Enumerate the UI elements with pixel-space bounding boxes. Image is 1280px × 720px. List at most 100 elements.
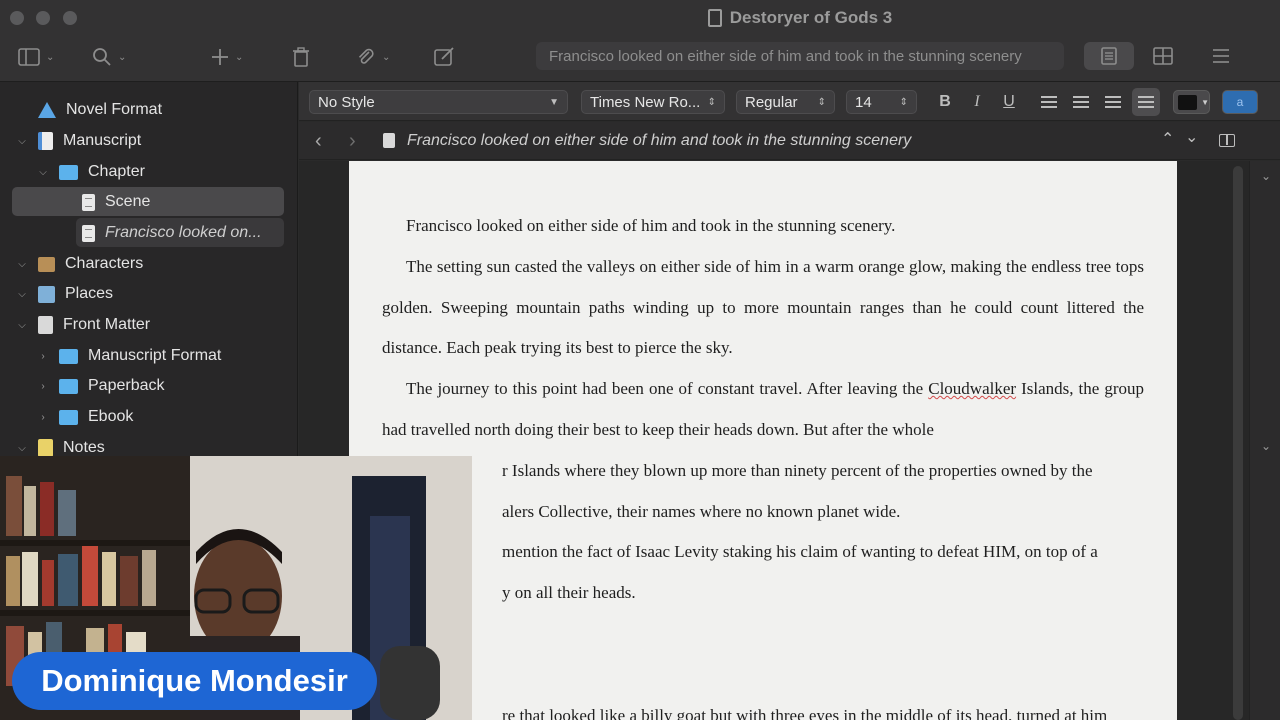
binder-item-chapter[interactable]: ⌵ Chapter	[35, 158, 145, 186]
paragraph-fragment: alers Collective, their names where no k…	[502, 501, 901, 521]
binder-item-characters[interactable]: ⌵ Characters	[14, 250, 143, 278]
presenter-name-badge: Dominique Mondesir	[12, 652, 377, 710]
misspelled-word[interactable]: Cloudwalker	[928, 379, 1016, 398]
font-family-select[interactable]: Times New Ro... ⇕	[581, 90, 725, 114]
paragraph-style-select[interactable]: No Style ▼	[309, 90, 568, 114]
folder-icon	[59, 348, 78, 364]
document-icon	[82, 224, 95, 242]
binder-item-label: Ebook	[88, 408, 134, 425]
chevron-right-icon[interactable]: ›	[35, 381, 51, 392]
chevron-right-icon[interactable]: ›	[35, 412, 51, 423]
notes-icon	[38, 439, 53, 457]
grid-view-icon	[1153, 47, 1173, 65]
binder-item-novel-format[interactable]: Novel Format	[14, 96, 162, 124]
characters-icon	[38, 256, 55, 272]
chevron-up-icon[interactable]: ⌃	[1161, 129, 1174, 149]
chevron-down-icon: ⌄	[46, 51, 55, 63]
stepper-icon: ⇕	[817, 96, 826, 108]
compose-icon	[434, 47, 454, 66]
binder-item-places[interactable]: ⌵ Places	[14, 280, 113, 308]
attach-button[interactable]: ⌄	[356, 46, 390, 68]
italic-button[interactable]: I	[964, 90, 990, 114]
chevron-down-icon[interactable]: ⌄	[1185, 127, 1198, 147]
grid-view-button[interactable]	[1140, 42, 1186, 70]
folder-icon	[59, 409, 78, 425]
binder-item-scene[interactable]: Scene	[58, 188, 150, 216]
binder-item-label: Characters	[65, 255, 144, 272]
chevron-down-icon: ⌄	[118, 51, 127, 63]
trash-button[interactable]	[292, 46, 310, 68]
align-right-icon	[1105, 96, 1121, 108]
document-editor[interactable]: Francisco looked on either side of him a…	[349, 161, 1177, 720]
document-view-button[interactable]	[1084, 42, 1134, 70]
align-left-button[interactable]	[1036, 90, 1062, 114]
chevron-down-icon: ▼	[549, 96, 559, 108]
binder-item-manuscript-format[interactable]: › Manuscript Format	[35, 342, 221, 370]
binder-item-label: Front Matter	[63, 316, 151, 333]
binder-item-label: Paperback	[88, 377, 165, 394]
font-size-select[interactable]: 14 ⇕	[846, 90, 917, 114]
sidebar-icon	[18, 48, 40, 66]
binder-item-label: Notes	[63, 439, 105, 456]
chevron-down-icon[interactable]: ⌵	[14, 136, 30, 147]
binder-item-manuscript[interactable]: ⌵ Manuscript	[14, 127, 141, 155]
paperclip-icon	[358, 48, 374, 64]
font-family-value: Times New Ro...	[590, 93, 701, 111]
paragraph-text: The journey to this point had been one o…	[406, 379, 929, 399]
font-weight-value: Regular	[745, 93, 798, 111]
paragraph-fragment: re that looked like a billy goat but wit…	[502, 705, 1108, 720]
sidebar-toggle-button[interactable]: ⌄	[18, 46, 54, 68]
quick-search-text: Francisco looked on either side of him a…	[549, 47, 1022, 65]
inspector-menu-button[interactable]	[1204, 42, 1238, 70]
chevron-down-icon[interactable]: ⌵	[14, 289, 30, 300]
title-bar: Destoryer of Gods 3	[0, 0, 1280, 36]
align-justify-button[interactable]	[1132, 88, 1160, 116]
warning-icon	[38, 102, 56, 118]
binder-item-ebook[interactable]: › Ebook	[35, 403, 133, 431]
highlight-color-button[interactable]: a	[1222, 90, 1258, 114]
binder-item-label: Scene	[105, 193, 151, 210]
bold-button[interactable]: B	[932, 90, 958, 114]
chevron-right-icon[interactable]: ›	[35, 351, 51, 362]
quick-search-field[interactable]: Francisco looked on either side of him a…	[536, 42, 1064, 70]
search-button[interactable]: ⌄	[92, 46, 126, 68]
paragraph-fragment: y on all their heads.	[502, 583, 636, 603]
search-icon	[93, 48, 111, 66]
align-left-icon	[1041, 96, 1057, 108]
window-title: Destoryer of Gods 3	[0, 0, 1280, 36]
document-icon	[383, 133, 395, 148]
paragraph: The setting sun casted the valleys on ei…	[382, 256, 1144, 358]
chevron-down-icon: ▼	[1201, 97, 1209, 107]
chevron-down-icon[interactable]: ⌵	[14, 443, 30, 454]
text-color-button[interactable]: ▼	[1173, 90, 1210, 114]
binder-item-label: Francisco looked on...	[105, 224, 262, 241]
align-right-button[interactable]	[1100, 90, 1126, 114]
align-center-button[interactable]	[1068, 90, 1094, 114]
stepper-icon: ⇕	[707, 96, 716, 108]
binder-item-label: Manuscript	[63, 132, 142, 149]
chevron-down-icon[interactable]: ⌵	[14, 259, 30, 270]
chevron-down-icon[interactable]: ⌄	[1261, 169, 1271, 183]
editor-scrollbar[interactable]	[1233, 166, 1243, 720]
compose-button[interactable]	[434, 46, 456, 68]
document-icon	[82, 193, 95, 211]
back-arrow-icon[interactable]: ‹	[315, 130, 322, 153]
binder-item-paperback[interactable]: › Paperback	[35, 372, 165, 400]
binder-item-label: Places	[65, 285, 114, 302]
places-icon	[38, 285, 55, 303]
split-view-icon[interactable]	[1219, 134, 1235, 147]
inspector-panel: ⌄ ⌄	[1249, 161, 1280, 720]
chevron-down-icon[interactable]: ⌵	[35, 167, 51, 178]
add-button[interactable]: ⌄	[211, 46, 243, 68]
paragraph: Francisco looked on either side of him a…	[406, 216, 896, 235]
binder-item-front-matter[interactable]: ⌵ Front Matter	[14, 311, 150, 339]
binder-item-francisco[interactable]: Francisco looked on...	[58, 219, 262, 247]
font-weight-select[interactable]: Regular ⇕	[736, 90, 835, 114]
forward-arrow-icon[interactable]: ›	[349, 130, 356, 153]
align-justify-icon	[1138, 96, 1154, 108]
chevron-down-icon[interactable]: ⌵	[14, 320, 30, 331]
window-title-text: Destoryer of Gods 3	[729, 8, 893, 27]
chevron-down-icon[interactable]: ⌄	[1261, 439, 1271, 453]
underline-button[interactable]: U	[996, 90, 1022, 114]
stepper-icon: ⇕	[899, 96, 908, 108]
